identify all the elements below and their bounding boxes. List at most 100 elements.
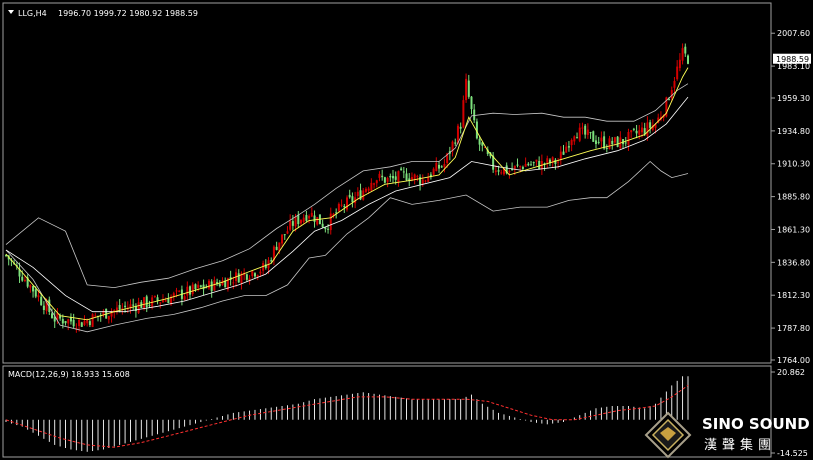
candle bbox=[616, 135, 619, 148]
candle bbox=[305, 210, 308, 223]
price-tick-label: 1812.30 bbox=[777, 291, 810, 300]
candle bbox=[432, 167, 435, 176]
price-tick-label: 1910.30 bbox=[777, 160, 810, 169]
price-axis: 2007.601983.101959.301934.801910.301885.… bbox=[771, 29, 810, 365]
price-tick-label: 1836.80 bbox=[777, 258, 810, 267]
candle bbox=[199, 284, 202, 288]
candle bbox=[459, 122, 462, 134]
candle bbox=[164, 297, 167, 302]
candle bbox=[381, 169, 384, 181]
candle bbox=[80, 321, 83, 328]
candle bbox=[99, 312, 102, 322]
candle bbox=[253, 272, 256, 279]
candle bbox=[235, 268, 238, 288]
candle bbox=[53, 310, 56, 328]
bollinger-upper-line bbox=[5, 83, 689, 289]
candle bbox=[681, 43, 684, 65]
candle bbox=[673, 77, 676, 93]
price-tick-label: 1959.30 bbox=[777, 94, 810, 103]
candle bbox=[578, 123, 581, 143]
candle bbox=[102, 309, 105, 318]
candle bbox=[275, 241, 278, 251]
candle bbox=[291, 215, 294, 231]
candle bbox=[148, 300, 151, 308]
candle bbox=[435, 157, 438, 172]
candle bbox=[373, 182, 376, 189]
candle bbox=[346, 195, 348, 212]
candle bbox=[356, 187, 359, 200]
candle bbox=[183, 294, 186, 301]
price-tick-label: 1764.00 bbox=[777, 356, 810, 365]
candle bbox=[216, 278, 219, 287]
candle bbox=[297, 211, 300, 228]
main-panel-frame bbox=[2, 2, 772, 364]
candle bbox=[340, 199, 343, 208]
candle bbox=[64, 320, 67, 326]
candle bbox=[42, 301, 45, 315]
candle bbox=[224, 277, 227, 288]
candle bbox=[608, 135, 611, 150]
candle bbox=[416, 174, 419, 182]
candle bbox=[283, 234, 286, 240]
candle bbox=[210, 279, 213, 298]
candle bbox=[470, 95, 473, 115]
candle bbox=[262, 260, 265, 276]
candle bbox=[559, 146, 562, 165]
candle bbox=[178, 290, 181, 293]
price-tick-label: 1934.80 bbox=[777, 127, 810, 136]
candle bbox=[29, 284, 32, 293]
candle bbox=[286, 226, 289, 235]
candle bbox=[611, 137, 614, 150]
candle bbox=[632, 127, 635, 132]
candle bbox=[475, 118, 478, 140]
candle bbox=[207, 279, 210, 290]
candle bbox=[467, 74, 470, 99]
candle bbox=[494, 165, 497, 176]
candle bbox=[400, 166, 403, 171]
candle bbox=[573, 135, 576, 145]
candle bbox=[619, 131, 622, 150]
macd-tick-label: 20.862 bbox=[777, 368, 805, 377]
candle bbox=[281, 234, 284, 247]
candle bbox=[113, 309, 116, 319]
candle bbox=[511, 162, 514, 171]
candle bbox=[32, 285, 35, 298]
candle bbox=[565, 142, 568, 153]
candle bbox=[107, 315, 110, 324]
candle bbox=[413, 173, 416, 185]
candle bbox=[218, 280, 221, 288]
candle bbox=[481, 142, 484, 152]
candle bbox=[213, 276, 216, 291]
candle bbox=[91, 313, 94, 328]
candle bbox=[156, 294, 159, 305]
candle bbox=[351, 192, 354, 208]
candle bbox=[94, 312, 97, 318]
current-price-label: 1988.59 bbox=[776, 55, 809, 64]
candle bbox=[492, 152, 495, 173]
candle bbox=[69, 313, 72, 325]
candle bbox=[424, 179, 427, 183]
candle bbox=[678, 53, 681, 72]
candle bbox=[161, 294, 164, 303]
candle bbox=[535, 159, 538, 166]
candle bbox=[321, 219, 324, 229]
current-price-marker: 1988.59 bbox=[773, 53, 811, 64]
candle bbox=[75, 323, 78, 333]
macd-header: MACD(12,26,9) 18.933 15.608 bbox=[8, 370, 130, 379]
candle bbox=[383, 176, 386, 184]
candle bbox=[329, 207, 332, 235]
candle bbox=[473, 104, 476, 124]
candle bbox=[397, 170, 400, 187]
candle bbox=[316, 216, 319, 226]
candle bbox=[567, 140, 570, 152]
candle bbox=[538, 156, 541, 170]
candle bbox=[687, 54, 689, 65]
candle bbox=[408, 173, 411, 187]
candle bbox=[581, 122, 584, 135]
candle bbox=[375, 179, 378, 188]
logo-chinese: 漢聲集團 bbox=[704, 437, 776, 453]
candle bbox=[313, 210, 316, 228]
candle bbox=[115, 301, 118, 315]
candle bbox=[597, 136, 600, 145]
dropdown-triangle-icon[interactable] bbox=[8, 10, 14, 14]
